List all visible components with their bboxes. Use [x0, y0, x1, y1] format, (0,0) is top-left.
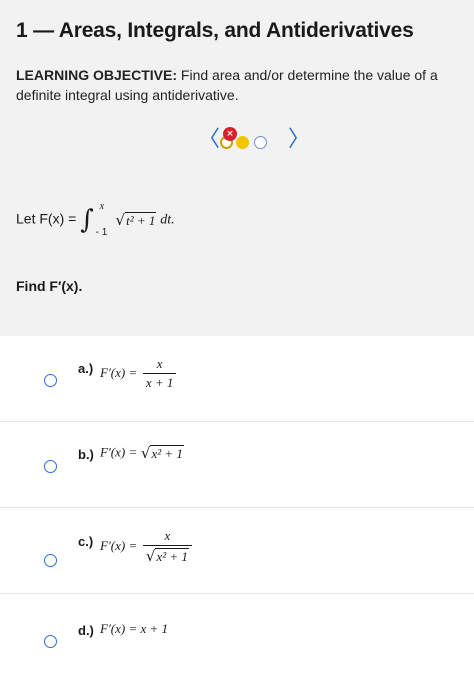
sqrt-expression: √x² + 1	[141, 444, 184, 462]
answer-option-a[interactable]: a.) F′(x) = x x + 1	[0, 336, 474, 422]
radio-c[interactable]	[44, 554, 57, 567]
option-expression: F′(x) = x + 1	[100, 621, 169, 636]
radicand: x² + 1	[155, 548, 189, 564]
option-expression: F′(x) = x √x² + 1	[100, 528, 192, 565]
integrand: t² + 1	[125, 212, 157, 228]
sqrt-expression: √x² + 1	[146, 547, 189, 565]
question-prompt: Find F′(x).	[16, 278, 83, 294]
numerator: x	[156, 356, 163, 371]
chevron-left-icon[interactable]: 〈	[198, 129, 220, 151]
option-expression: F′(x) = x x + 1	[100, 356, 177, 391]
differential: dt.	[160, 212, 175, 228]
integral-limits: x - 1	[95, 201, 112, 238]
learning-objective: LEARNING OBJECTIVE: Find area and/or det…	[16, 65, 461, 105]
denominator: x + 1	[142, 373, 177, 391]
answer-option-d[interactable]: d.) F′(x) = x + 1	[0, 594, 474, 680]
lower-limit: - 1	[95, 227, 108, 238]
radical-sign: √	[115, 211, 126, 229]
numerator: x	[164, 528, 171, 543]
radio-a[interactable]	[44, 374, 57, 387]
radical-sign: √	[140, 444, 151, 462]
answer-option-c[interactable]: c.) F′(x) = x √x² + 1	[0, 508, 474, 594]
incorrect-x-icon: ×	[223, 127, 237, 141]
question-stem: Let F(x) = ∫ x - 1 √t² + 1 dt.	[16, 201, 175, 238]
option-lhs: F′(x) =	[100, 364, 138, 380]
integrand-sqrt: √t² + 1	[116, 211, 157, 229]
option-label: c.)	[78, 534, 94, 549]
option-expression: F′(x) = √x² + 1	[100, 444, 184, 462]
page-title: 1 — Areas, Integrals, and Antiderivative…	[16, 19, 414, 42]
answer-option-b[interactable]: b.) F′(x) = √x² + 1	[0, 422, 474, 508]
upper-limit: x	[99, 201, 105, 212]
option-label: b.)	[78, 447, 94, 462]
integral-sign: ∫	[80, 205, 94, 235]
progress-dot-3[interactable]	[254, 136, 267, 149]
radio-b[interactable]	[44, 460, 57, 473]
option-lhs: F′(x) =	[100, 537, 138, 553]
chevron-right-icon[interactable]: 〉	[288, 129, 310, 151]
stem-prefix: Let F(x) =	[16, 210, 81, 227]
question-pager: 〈 × 〉	[196, 127, 310, 152]
progress-dot-2-current[interactable]	[236, 136, 249, 149]
radical-sign: √	[145, 547, 156, 565]
denominator: √x² + 1	[142, 545, 192, 565]
option-lhs: F′(x) =	[100, 444, 138, 460]
objective-label: LEARNING OBJECTIVE:	[16, 67, 178, 83]
radio-d[interactable]	[44, 635, 57, 648]
option-label: a.)	[78, 361, 94, 376]
option-label: d.)	[78, 623, 94, 638]
radicand: x² + 1	[150, 445, 184, 461]
fraction: x x + 1	[142, 356, 177, 391]
fraction: x √x² + 1	[142, 528, 192, 565]
